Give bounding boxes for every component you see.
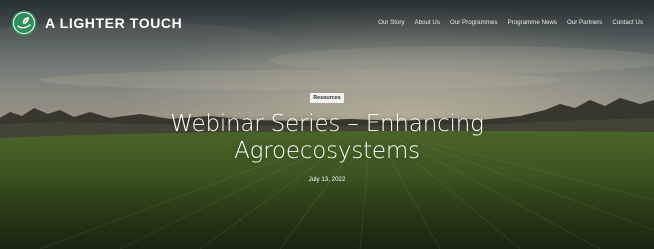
nav-item-programme-news[interactable]: Programme News <box>507 18 557 28</box>
site-header: A LIGHTER TOUCH Our Story About Us Our P… <box>0 0 654 46</box>
page-title: Webinar Series – Enhancing Agroecosystem… <box>170 111 484 164</box>
leaf-hand-logo-icon <box>11 10 37 36</box>
hero-content: Resources Webinar Series – Enhancing Agr… <box>0 86 654 184</box>
brand-name: A LIGHTER TOUCH <box>45 15 183 31</box>
nav-item-contact-us[interactable]: Contact Us <box>612 18 643 28</box>
category-badge[interactable]: Resources <box>310 93 344 103</box>
nav-item-our-programmes[interactable]: Our Programmes <box>450 18 497 28</box>
nav-item-our-partners[interactable]: Our Partners <box>567 18 602 28</box>
post-date: July 13, 2022 <box>308 176 346 183</box>
hero-section: A LIGHTER TOUCH Our Story About Us Our P… <box>0 0 654 249</box>
logo-link[interactable]: A LIGHTER TOUCH <box>11 10 182 36</box>
nav-item-about-us[interactable]: About Us <box>415 18 440 28</box>
main-nav: Our Story About Us Our Programmes Progra… <box>378 18 643 28</box>
nav-item-our-story[interactable]: Our Story <box>378 18 404 28</box>
